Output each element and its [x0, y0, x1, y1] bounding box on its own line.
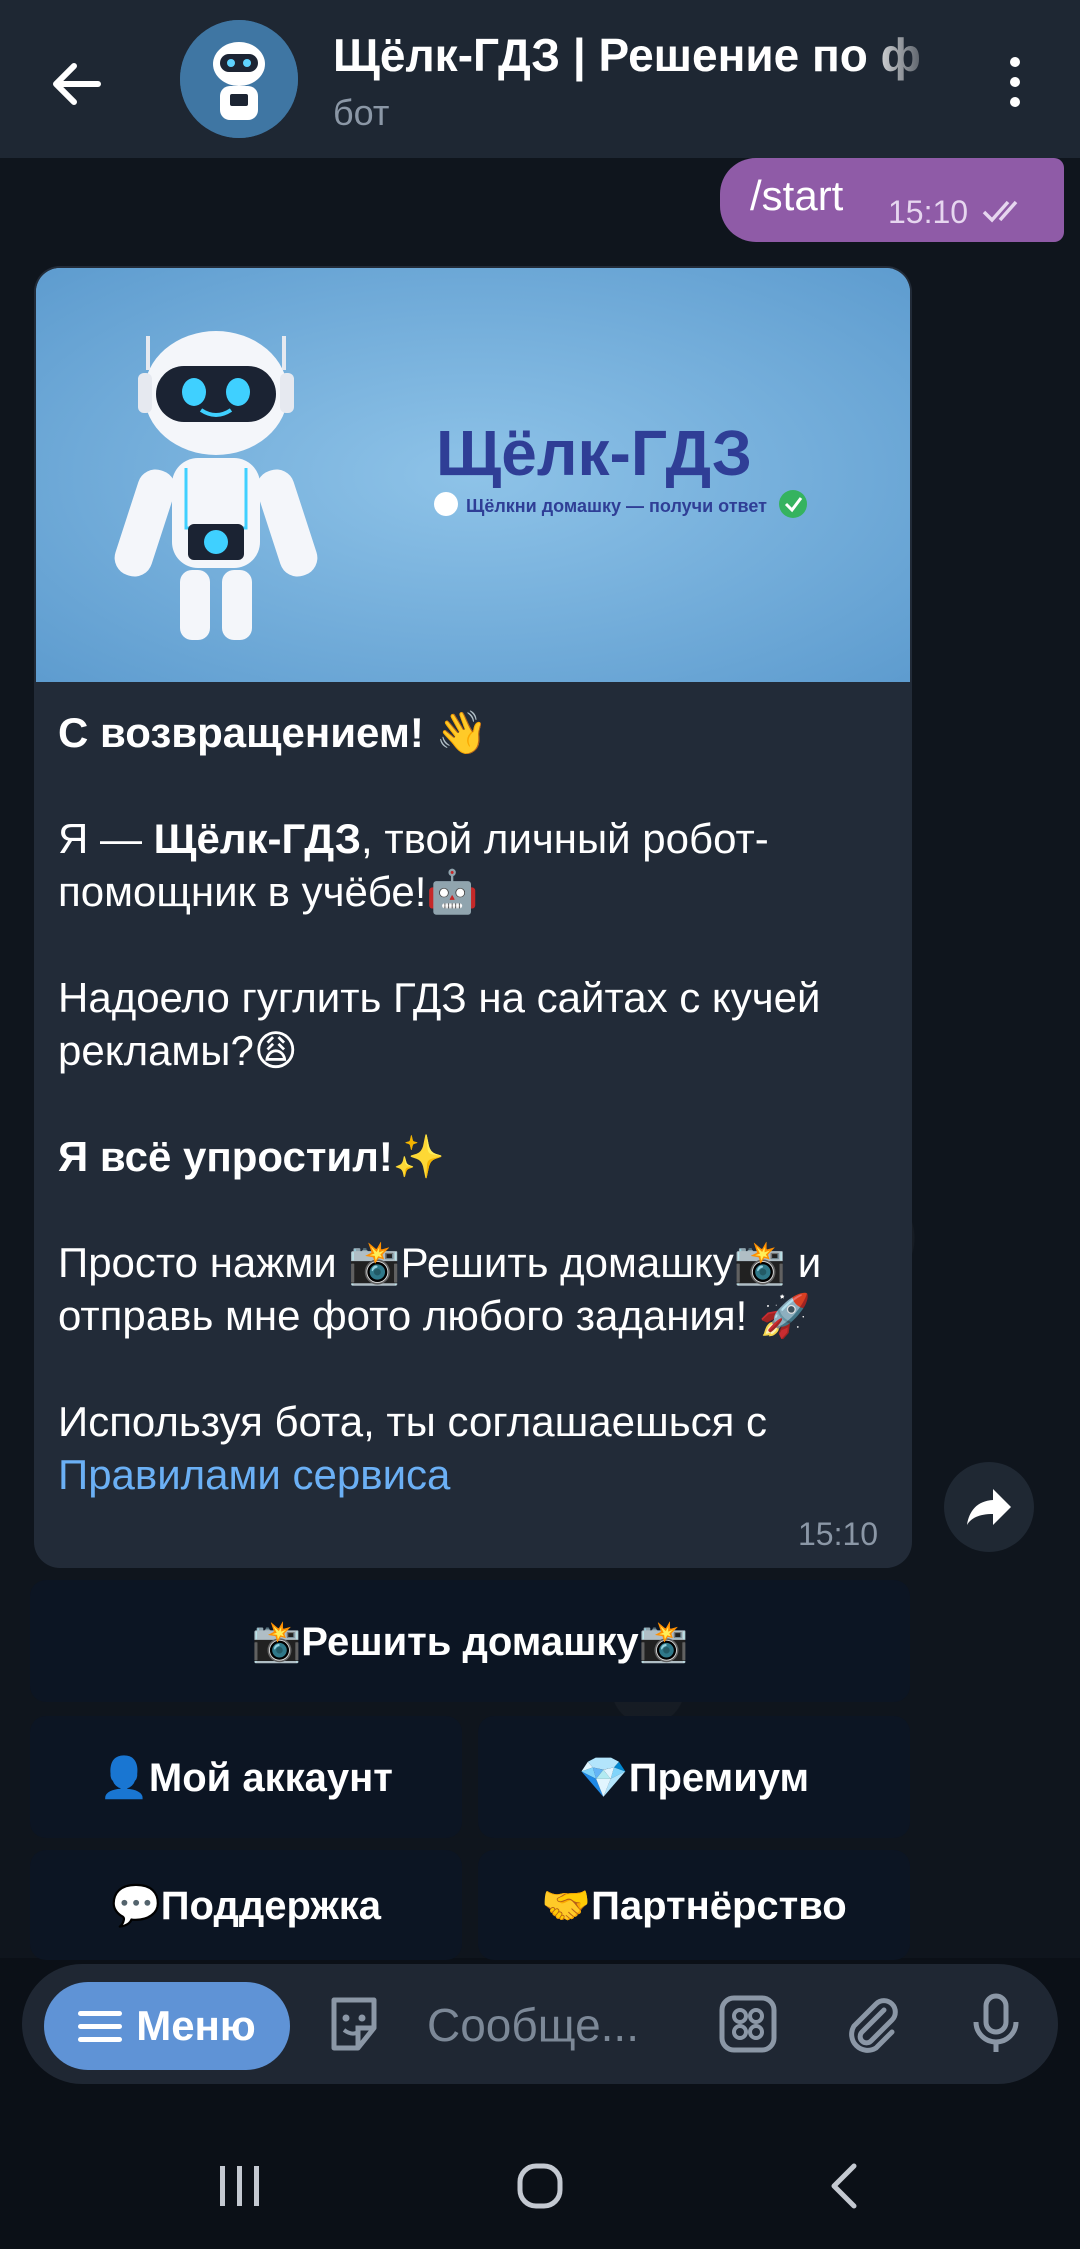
bot-commands-icon[interactable] — [716, 1992, 780, 2056]
more-options-icon[interactable] — [1000, 52, 1030, 112]
banner-title: Щёлк-ГДЗ — [436, 417, 752, 489]
premium-button[interactable]: 💎Премиум — [478, 1716, 910, 1838]
simplified-text: Я всё упростил!✨ — [58, 1133, 446, 1180]
partnership-button[interactable]: 🤝Партнёрство — [478, 1850, 910, 1960]
bot-banner-image: Щёлк-ГДЗ Щёлкни домашку — получи ответ — [36, 268, 910, 682]
intro-text: Я — Щёлк-ГДЗ, твой личный робот-помощник… — [58, 815, 769, 915]
solve-homework-button[interactable]: 📸Решить домашку📸 — [30, 1580, 910, 1702]
message-input-bar: Меню Сообще... — [22, 1964, 1058, 2084]
home-icon[interactable] — [510, 2156, 570, 2216]
chat-title[interactable]: Щёлк-ГДЗ | Решение по ф — [333, 28, 943, 82]
menu-button[interactable]: Меню — [44, 1982, 290, 2070]
outgoing-message-time: 15:10 — [888, 194, 969, 230]
my-account-button[interactable]: 👤Мой аккаунт — [30, 1716, 462, 1838]
message-input[interactable]: Сообще... — [427, 1998, 639, 2052]
incoming-message-time: 15:10 — [798, 1516, 879, 1552]
attach-icon[interactable] — [840, 1992, 904, 2056]
forward-icon[interactable] — [944, 1462, 1034, 1552]
terms-link[interactable]: Правилами сервиса — [58, 1451, 450, 1498]
sticker-icon[interactable] — [322, 1992, 386, 2056]
bot-avatar[interactable] — [180, 20, 298, 138]
message-body: С возвращением! 👋 Я — Щёлк-ГДЗ, твой лич… — [58, 706, 888, 1501]
double-check-icon — [982, 200, 1018, 223]
outgoing-message[interactable]: /start 15:10 — [720, 158, 1064, 242]
instruction-text: Просто нажми 📸Решить домашку📸 и отправь … — [58, 1239, 822, 1339]
back-arrow-icon[interactable] — [44, 52, 108, 116]
terms-text: Используя бота, ты соглашаешься с — [58, 1398, 768, 1445]
greeting-text: С возвращением! 👋 — [58, 709, 488, 756]
banner-tagline: Щёлкни домашку — получи ответ — [466, 496, 767, 516]
question-text: Надоело гуглить ГДЗ на сайтах с кучей ре… — [58, 974, 821, 1074]
recent-apps-icon[interactable] — [210, 2156, 270, 2216]
back-nav-icon[interactable] — [816, 2156, 876, 2216]
support-button[interactable]: 💬Поддержка — [30, 1850, 462, 1960]
chat-subtitle: бот — [333, 92, 390, 133]
incoming-message[interactable]: Щёлк-ГДЗ Щёлкни домашку — получи ответ С… — [34, 266, 912, 1568]
chat-header: Щёлк-ГДЗ | Решение по ф бот — [0, 0, 1080, 158]
system-navigation-bar — [0, 2130, 1080, 2230]
outgoing-message-text: /start — [750, 172, 844, 219]
menu-lines-icon — [78, 2011, 123, 2042]
microphone-icon[interactable] — [964, 1992, 1028, 2056]
